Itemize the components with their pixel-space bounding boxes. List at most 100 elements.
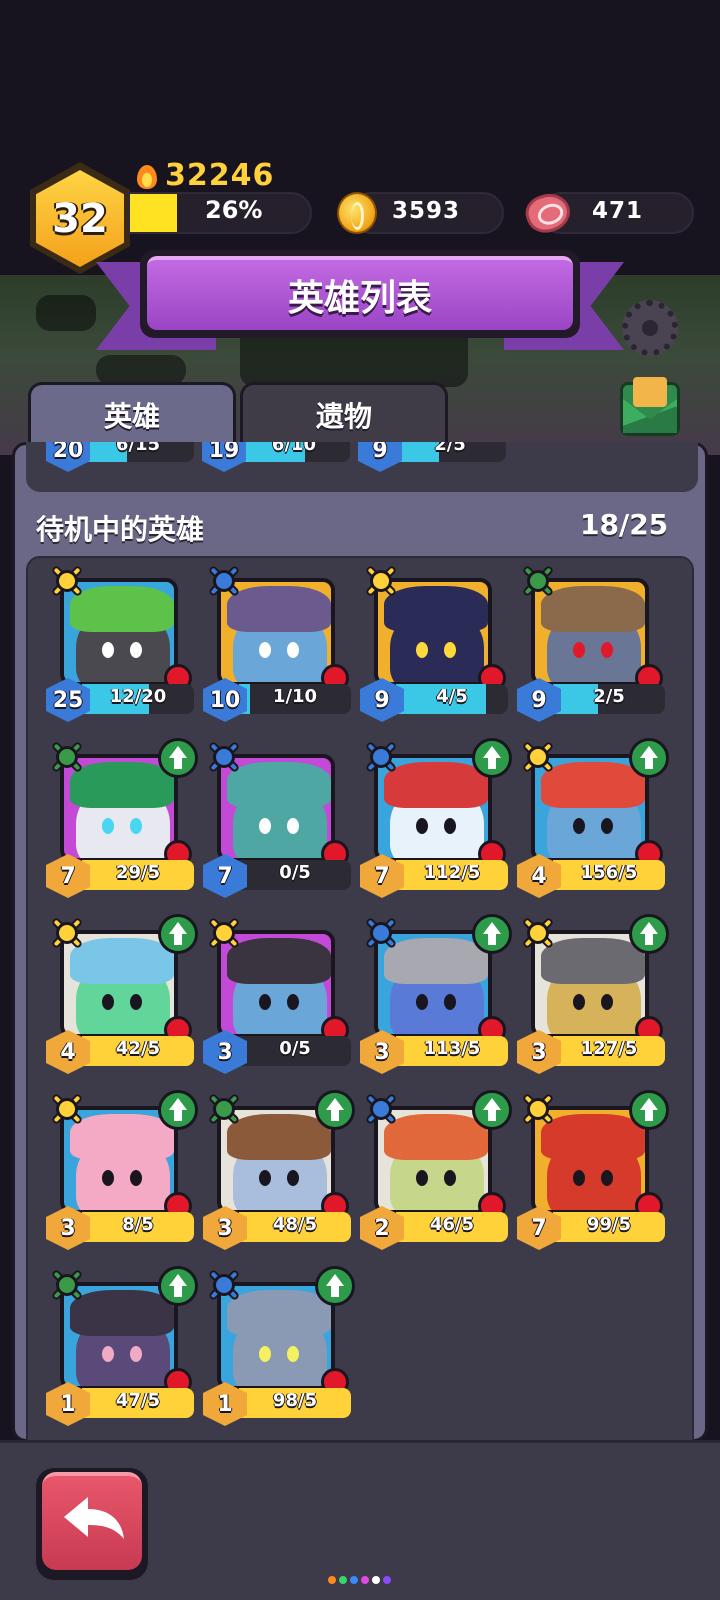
power-row: 32246 (135, 157, 275, 193)
class-icon-part (213, 1274, 235, 1296)
hero-eye (416, 818, 428, 834)
gear-icon[interactable] (622, 300, 678, 356)
background-chip (36, 295, 96, 331)
upgrade-arrow-icon[interactable] (472, 1090, 512, 1130)
class-icon-part (527, 1098, 549, 1120)
hero-card[interactable]: 4 42/5 (46, 914, 198, 1074)
hero-eye (416, 994, 428, 1010)
hero-card[interactable]: 4 156/5 (517, 738, 669, 898)
hero-card[interactable]: 9 4/5 (360, 562, 512, 722)
yellow-skull-class-icon (519, 914, 557, 952)
background-chip (96, 355, 186, 385)
level-number: 3 (60, 1215, 76, 1241)
tab-relics[interactable]: 遗物 (240, 382, 448, 444)
level-number: 3 (217, 1215, 233, 1241)
upgrade-arrow-icon[interactable] (315, 1090, 355, 1130)
upgrade-arrow-icon[interactable] (158, 914, 198, 954)
hero-card[interactable]: 1 98/5 (203, 1266, 355, 1426)
mail-icon[interactable] (620, 377, 680, 436)
deployed-hero-item[interactable]: 20 6/15 (46, 442, 196, 472)
class-icon-part (56, 746, 78, 768)
level-number: 7 (60, 863, 76, 889)
hero-card[interactable]: 7 99/5 (517, 1090, 669, 1250)
progress-text: 6/10 (271, 442, 317, 455)
hero-eye (444, 1170, 456, 1186)
hero-card[interactable]: 3 8/5 (46, 1090, 198, 1250)
upgrade-arrow-icon[interactable] (158, 738, 198, 778)
class-icon-part (370, 570, 392, 592)
power-value: 32246 (165, 157, 275, 193)
yellow-skull-class-icon (205, 914, 243, 952)
hero-eye (130, 818, 142, 834)
flame-icon (135, 161, 159, 189)
hero-eye (416, 642, 428, 658)
progress-text: 127/5 (580, 1038, 638, 1059)
hero-card[interactable]: 3 0/5 (203, 914, 355, 1074)
hero-eye (102, 642, 114, 658)
progress-text: 156/5 (580, 862, 638, 883)
level-number: 10 (209, 687, 241, 713)
level-number: 9 (531, 687, 547, 713)
upgrade-arrow-icon[interactable] (629, 914, 669, 954)
class-icon-part (56, 922, 78, 944)
hero-card[interactable]: 2 46/5 (360, 1090, 512, 1250)
class-icon-part (56, 1098, 78, 1120)
hero-eye (287, 818, 299, 834)
upgrade-arrow-icon[interactable] (472, 914, 512, 954)
level-number: 20 (52, 442, 84, 463)
hero-eye (601, 994, 613, 1010)
upgrade-arrow-icon[interactable] (472, 738, 512, 778)
upgrade-arrow-icon[interactable] (629, 1090, 669, 1130)
hero-eye (416, 1170, 428, 1186)
hero-eye (573, 994, 585, 1010)
hero-card[interactable]: 1 47/5 (46, 1266, 198, 1426)
progress-text: 47/5 (115, 1390, 161, 1411)
hero-eye (287, 1170, 299, 1186)
hero-eye (102, 818, 114, 834)
page-dot (372, 1576, 380, 1584)
hero-card[interactable]: 25 12/20 (46, 562, 198, 722)
hero-eye (259, 994, 271, 1010)
hero-card[interactable]: 7 0/5 (203, 738, 355, 898)
level-number: 7 (531, 1215, 547, 1241)
level-number: 25 (52, 687, 84, 713)
hero-card[interactable]: 3 113/5 (360, 914, 512, 1074)
hero-eye (259, 1346, 271, 1362)
deployed-hero-item[interactable]: 19 6/10 (202, 442, 352, 472)
level-number: 3 (374, 1039, 390, 1065)
level-number: 19 (208, 442, 240, 463)
hero-eye (444, 994, 456, 1010)
progress-text: 42/5 (115, 1038, 161, 1059)
hero-card[interactable]: 7 112/5 (360, 738, 512, 898)
deployed-hero-item[interactable]: 9 2/5 (358, 442, 508, 472)
hero-card[interactable]: 9 2/5 (517, 562, 669, 722)
yellow-skull-class-icon (519, 738, 557, 776)
green-skull-class-icon (205, 1090, 243, 1128)
progress-text: 6/15 (115, 442, 161, 455)
hero-card[interactable]: 7 29/5 (46, 738, 198, 898)
hero-eye (259, 642, 271, 658)
hero-eye (444, 642, 456, 658)
page-dot (350, 1576, 358, 1584)
level-number: 4 (60, 1039, 76, 1065)
hero-card[interactable]: 10 1/10 (203, 562, 355, 722)
upgrade-arrow-icon[interactable] (158, 1266, 198, 1306)
class-icon-part (527, 922, 549, 944)
upgrade-arrow-icon[interactable] (315, 1266, 355, 1306)
progress-text: 113/5 (423, 1038, 481, 1059)
hero-eye (573, 818, 585, 834)
hero-card[interactable]: 3 48/5 (203, 1090, 355, 1250)
hero-eye (601, 818, 613, 834)
player-level: 32 (52, 195, 108, 242)
progress-text: 112/5 (423, 862, 481, 883)
progress-text: 4/5 (436, 686, 468, 707)
tab-heroes[interactable]: 英雄 (28, 382, 236, 444)
deployed-heroes-strip[interactable]: 20 6/15 19 6/10 9 2/5 (26, 442, 698, 492)
upgrade-arrow-icon[interactable] (158, 1090, 198, 1130)
hero-card[interactable]: 3 127/5 (517, 914, 669, 1074)
hero-eye (573, 642, 585, 658)
blue-bug-class-icon (362, 738, 400, 776)
upgrade-arrow-icon[interactable] (629, 738, 669, 778)
class-icon-part (213, 922, 235, 944)
blue-bug-class-icon (205, 738, 243, 776)
